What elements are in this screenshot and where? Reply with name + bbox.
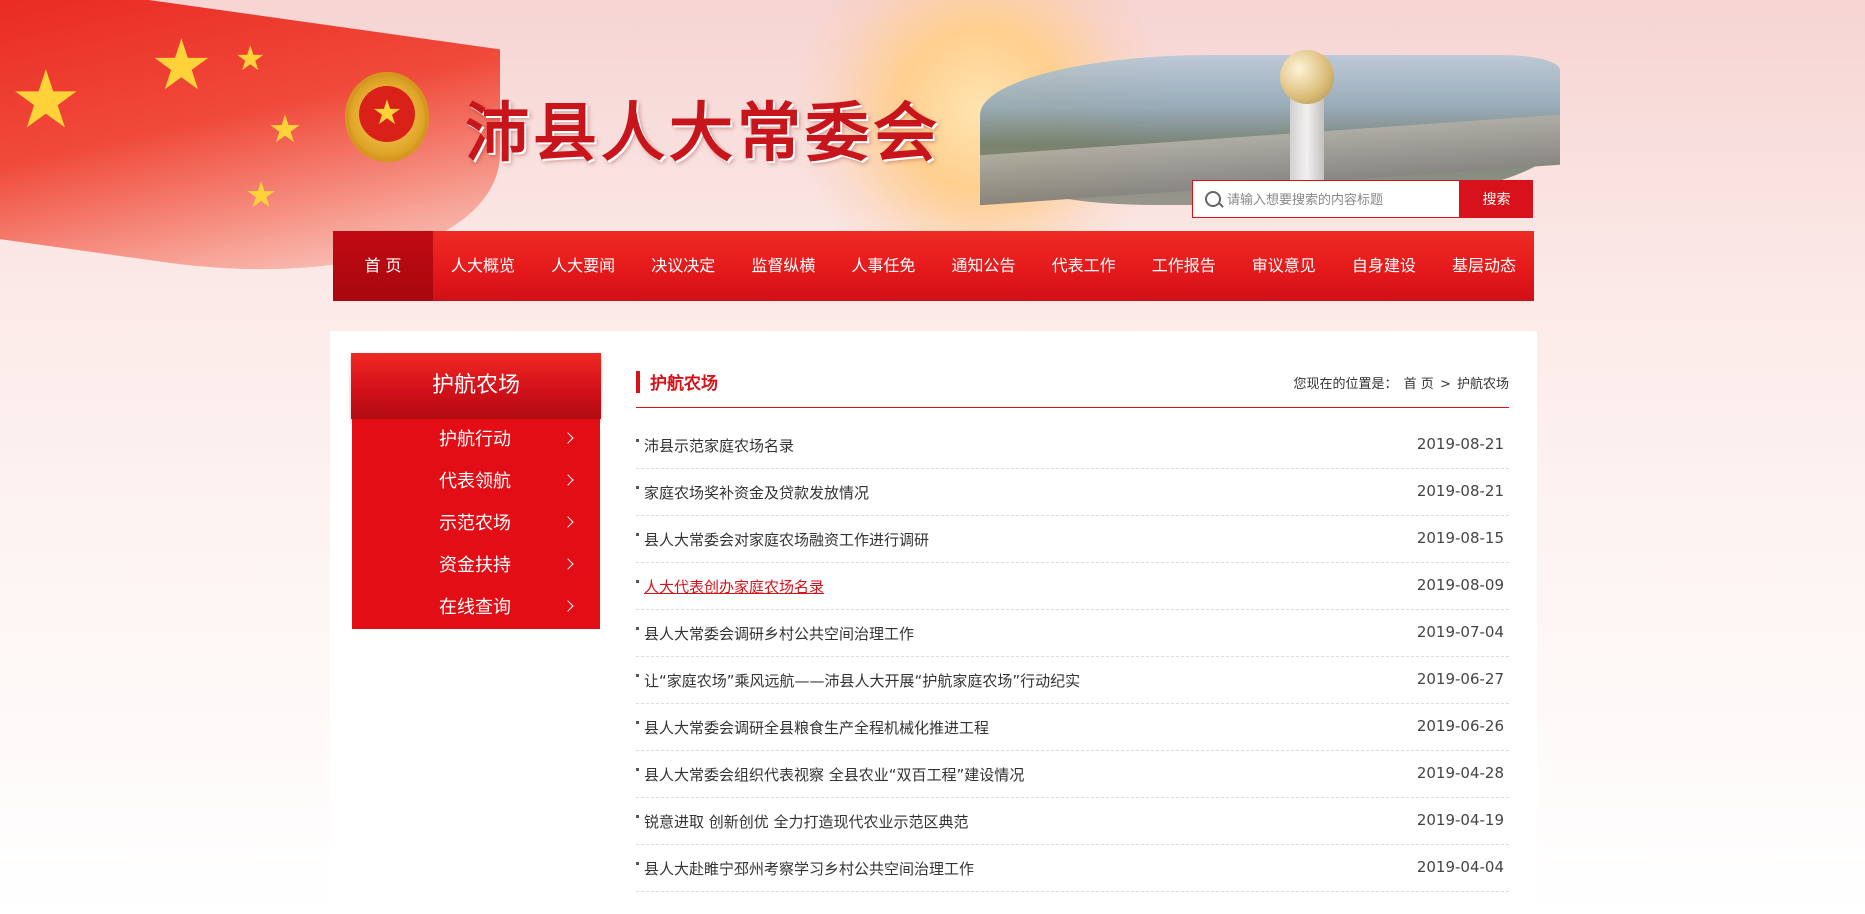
nav-item-supervision[interactable]: 监督纵横	[733, 231, 833, 301]
article-link-hovered[interactable]: 人大代表创办家庭农场名录	[644, 576, 824, 597]
bullet-icon	[636, 815, 639, 818]
article-date: 2019-08-09	[1416, 576, 1504, 594]
article-link[interactable]: 锐意进取 创新创优 全力打造现代农业示范区典范	[644, 811, 969, 832]
content-panel: 护航农场 护航行动 代表领航 示范农场 资金扶持 在线查询 护航农场 您现在的位…	[330, 331, 1537, 914]
article-date: 2019-08-21	[1416, 435, 1504, 453]
article-date: 2019-04-04	[1416, 858, 1504, 876]
list-item: 让“家庭农场”乘风远航——沛县人大开展“护航家庭农场”行动纪实 2019-06-…	[636, 657, 1509, 704]
breadcrumb: 您现在的位置是： 首 页 > 护航农场	[1292, 373, 1510, 392]
chevron-right-icon	[562, 600, 574, 612]
section-title: 护航农场	[650, 374, 718, 394]
bullet-icon	[636, 768, 639, 771]
breadcrumb-prefix: 您现在的位置是：	[1293, 377, 1398, 392]
article-date: 2019-08-15	[1416, 529, 1504, 547]
bullet-icon	[636, 580, 639, 583]
section-header: 护航农场 您现在的位置是： 首 页 > 护航农场	[636, 357, 1509, 408]
article-link[interactable]: 家庭农场奖补资金及贷款发放情况	[644, 482, 869, 503]
search-box	[1192, 180, 1460, 219]
main-nav: 首 页 人大概览 人大要闻 决议决定 监督纵横 人事任免 通知公告 代表工作 工…	[333, 231, 1534, 301]
bullet-icon	[636, 862, 639, 865]
article-date: 2019-04-19	[1416, 811, 1504, 829]
bullet-icon	[636, 674, 639, 677]
nav-item-home[interactable]: 首 页	[333, 231, 433, 301]
bullet-icon	[636, 627, 639, 630]
nav-item-grassroots[interactable]: 基层动态	[1434, 231, 1534, 301]
nav-item-deputy-work[interactable]: 代表工作	[1034, 231, 1134, 301]
nav-item-reports[interactable]: 工作报告	[1134, 231, 1234, 301]
article-link[interactable]: 让“家庭农场”乘风远航——沛县人大开展“护航家庭农场”行动纪实	[644, 670, 1080, 691]
nav-item-review-opinions[interactable]: 审议意见	[1234, 231, 1334, 301]
article-date: 2019-04-28	[1416, 764, 1504, 782]
search-button[interactable]: 搜索	[1460, 180, 1533, 218]
site-title: 沛县人大常委会	[465, 96, 941, 171]
chevron-right-icon	[562, 474, 574, 486]
nav-item-self-building[interactable]: 自身建设	[1334, 231, 1434, 301]
national-emblem-icon: ★	[345, 72, 429, 162]
article-date: 2019-06-27	[1416, 670, 1504, 688]
nav-item-resolutions[interactable]: 决议决定	[633, 231, 733, 301]
main-content: 护航农场 您现在的位置是： 首 页 > 护航农场 沛县示范家庭农场名录 2019…	[636, 357, 1509, 892]
list-item: 人大代表创办家庭农场名录 2019-08-09	[636, 563, 1509, 610]
breadcrumb-separator: >	[1439, 377, 1451, 392]
list-item: 县人大常委会对家庭农场融资工作进行调研 2019-08-15	[636, 516, 1509, 563]
nav-item-notices[interactable]: 通知公告	[933, 231, 1033, 301]
article-link[interactable]: 县人大常委会对家庭农场融资工作进行调研	[644, 529, 929, 550]
section-accent-bar	[636, 371, 640, 393]
article-list: 沛县示范家庭农场名录 2019-08-21 家庭农场奖补资金及贷款发放情况 20…	[636, 422, 1509, 892]
sidebar-item-escort-action[interactable]: 护航行动	[352, 419, 600, 461]
list-item: 锐意进取 创新创优 全力打造现代农业示范区典范 2019-04-19	[636, 798, 1509, 845]
list-item: 县人大常委会组织代表视察 全县农业“双百工程”建设情况 2019-04-28	[636, 751, 1509, 798]
list-item: 县人大常委会调研全县粮食生产全程机械化推进工程 2019-06-26	[636, 704, 1509, 751]
chevron-right-icon	[562, 516, 574, 528]
sidebar-item-label: 在线查询	[439, 597, 511, 618]
search-input[interactable]	[1225, 181, 1457, 219]
nav-item-news[interactable]: 人大要闻	[533, 231, 633, 301]
article-date: 2019-06-26	[1416, 717, 1504, 735]
globe-shape	[1280, 50, 1334, 104]
sidebar-item-label: 护航行动	[439, 429, 511, 450]
bullet-icon	[636, 721, 639, 724]
emblem-star-icon: ★	[359, 86, 415, 142]
article-date: 2019-07-04	[1416, 623, 1504, 641]
star-icon: ★	[10, 53, 82, 146]
breadcrumb-current[interactable]: 护航农场	[1457, 377, 1509, 392]
sidebar-item-deputy-lead[interactable]: 代表领航	[352, 461, 600, 503]
list-item: 县人大赴睢宁邳州考察学习乡村公共空间治理工作 2019-04-04	[636, 845, 1509, 892]
nav-item-appointments[interactable]: 人事任免	[833, 231, 933, 301]
sidebar-item-label: 代表领航	[439, 471, 511, 492]
bullet-icon	[636, 439, 639, 442]
bullet-icon	[636, 533, 639, 536]
sidebar-item-label: 资金扶持	[439, 555, 511, 576]
chevron-right-icon	[562, 432, 574, 444]
sidebar-item-label: 示范农场	[439, 513, 511, 534]
chevron-right-icon	[562, 558, 574, 570]
article-link[interactable]: 沛县示范家庭农场名录	[644, 435, 794, 456]
star-icon: ★	[245, 175, 278, 216]
list-item: 沛县示范家庭农场名录 2019-08-21	[636, 422, 1509, 469]
sidebar-item-funding[interactable]: 资金扶持	[352, 545, 600, 587]
article-link[interactable]: 县人大常委会调研全县粮食生产全程机械化推进工程	[644, 717, 989, 738]
article-link[interactable]: 县人大赴睢宁邳州考察学习乡村公共空间治理工作	[644, 858, 974, 879]
star-icon: ★	[150, 24, 213, 106]
list-item: 家庭农场奖补资金及贷款发放情况 2019-08-21	[636, 469, 1509, 516]
article-date: 2019-08-21	[1416, 482, 1504, 500]
breadcrumb-home[interactable]: 首 页	[1404, 377, 1434, 392]
sidebar-menu: 护航行动 代表领航 示范农场 资金扶持 在线查询	[352, 419, 600, 629]
sidebar-item-model-farm[interactable]: 示范农场	[352, 503, 600, 545]
search-icon	[1205, 191, 1221, 207]
bullet-icon	[636, 486, 639, 489]
nav-item-overview[interactable]: 人大概览	[433, 231, 533, 301]
list-item: 县人大常委会调研乡村公共空间治理工作 2019-07-04	[636, 610, 1509, 657]
sidebar-title: 护航农场	[351, 353, 601, 419]
star-icon: ★	[235, 39, 266, 79]
sidebar-item-online-query[interactable]: 在线查询	[352, 587, 600, 629]
article-link[interactable]: 县人大常委会组织代表视察 全县农业“双百工程”建设情况	[644, 764, 1024, 785]
star-icon: ★	[268, 107, 303, 151]
article-link[interactable]: 县人大常委会调研乡村公共空间治理工作	[644, 623, 914, 644]
